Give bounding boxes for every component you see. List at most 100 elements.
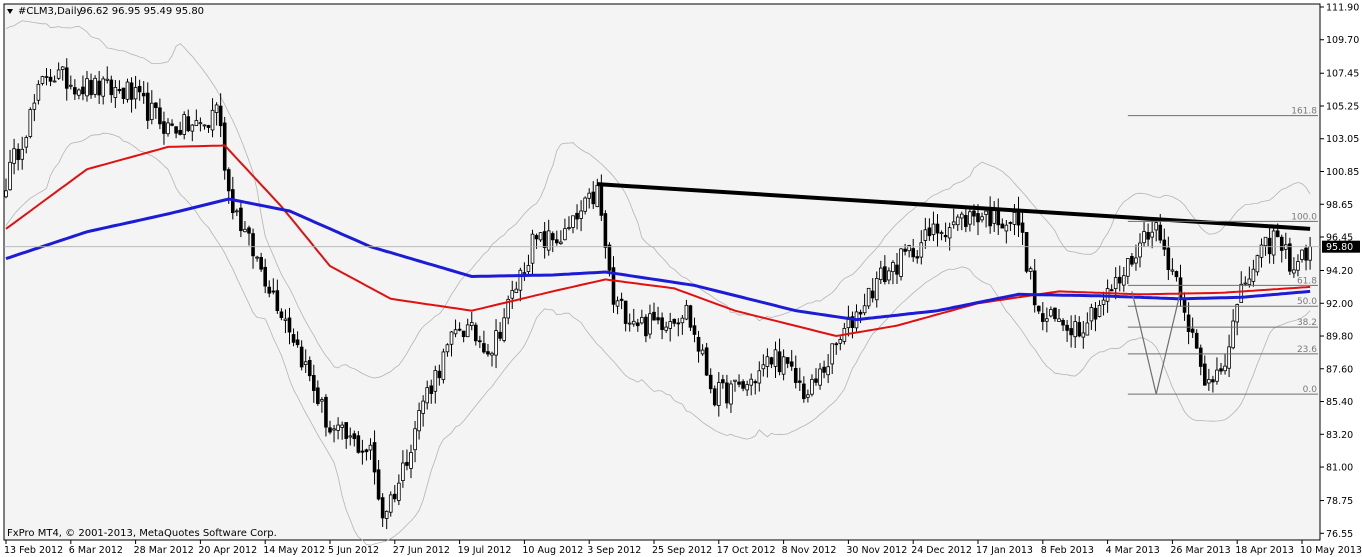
candle-body — [822, 366, 826, 373]
candle-body — [328, 427, 332, 433]
price-axis-label: 109.70 — [1326, 35, 1359, 46]
price-chart[interactable]: 161.8 100.0 61.8 50.0 38.2 23.6 0.0 111.90 109.… — [0, 0, 1362, 557]
candle-body — [368, 444, 373, 451]
date-axis-label: 20 Apr 2012 — [198, 545, 257, 556]
candle-body — [761, 364, 766, 370]
candle-body — [510, 290, 515, 299]
candle-body — [753, 381, 758, 384]
price-axis-label: 81.00 — [1326, 463, 1353, 474]
candle-body — [332, 428, 336, 431]
candle-body — [700, 349, 705, 355]
candle-body — [676, 322, 681, 325]
candle-body — [725, 382, 729, 404]
fib-level-label: 0.0 — [1303, 385, 1318, 395]
candle-body — [688, 305, 693, 328]
fib-level-label: 100.0 — [1291, 212, 1317, 222]
candle-body — [1065, 324, 1069, 331]
date-axis-label: 4 Mar 2013 — [1106, 545, 1160, 556]
candle-body — [380, 497, 385, 519]
candle-body — [372, 442, 377, 473]
candle-body — [469, 322, 474, 326]
candle-body — [1227, 346, 1231, 369]
candle-body — [324, 396, 328, 428]
candle-body — [984, 210, 988, 215]
candle-body — [538, 232, 543, 241]
candle-body — [810, 378, 814, 395]
candle-body — [417, 410, 421, 432]
candle-body — [303, 361, 308, 365]
candle-body — [1271, 230, 1276, 256]
candle-body — [388, 494, 393, 513]
candle-body — [587, 192, 591, 199]
date-axis-label: 8 Feb 2013 — [1041, 545, 1094, 556]
candle-body — [591, 191, 596, 205]
date-axis-label: 10 May 2013 — [1300, 545, 1362, 556]
candle-body — [141, 92, 146, 97]
candle-body — [401, 462, 405, 481]
candle-body — [555, 239, 559, 244]
candle-body — [595, 184, 600, 208]
candle-body — [684, 304, 689, 320]
candle-body — [413, 428, 417, 451]
candle-body — [931, 223, 936, 235]
candle-body — [623, 300, 628, 324]
candle-body — [77, 89, 81, 96]
candle-body — [1288, 243, 1292, 272]
candle-body — [239, 207, 243, 232]
candle-body — [1081, 332, 1086, 338]
candle-body — [1267, 237, 1272, 255]
candle-body — [56, 69, 61, 79]
candle-body — [299, 346, 304, 368]
candle-body — [24, 137, 29, 148]
candle-body — [433, 370, 438, 392]
candle-body — [125, 81, 130, 100]
candle-body — [218, 105, 223, 127]
candle-body — [437, 370, 442, 379]
candle-body — [951, 221, 956, 226]
candle-body — [935, 223, 940, 234]
date-axis-label: 5 Jun 2012 — [328, 545, 379, 556]
candle-body — [741, 381, 745, 389]
candle-body — [40, 76, 45, 84]
candle-body — [255, 256, 259, 259]
fib-level-label: 161.8 — [1291, 107, 1317, 117]
candle-body — [802, 383, 806, 400]
candle-body — [915, 256, 920, 259]
candle-body — [28, 109, 33, 137]
candle-body — [765, 356, 770, 367]
candle-body — [1255, 255, 1260, 273]
candle-body — [89, 80, 93, 96]
candle-body — [1207, 379, 1211, 384]
candle-body — [1053, 307, 1057, 320]
candle-body — [397, 482, 401, 501]
candle-body — [680, 317, 685, 324]
fib-level-label: 23.6 — [1297, 345, 1317, 355]
candle-body — [1223, 365, 1227, 372]
price-axis-label: 100.85 — [1326, 167, 1359, 178]
candle-body — [1292, 269, 1296, 274]
candle-body — [627, 322, 632, 325]
candle-body — [1150, 231, 1154, 238]
candle-body — [486, 351, 490, 355]
candle-body — [1158, 224, 1163, 241]
candle-body — [546, 230, 551, 251]
candle-body — [117, 89, 122, 92]
candle-body — [194, 120, 199, 126]
candle-body — [113, 87, 118, 98]
plot-area[interactable] — [3, 3, 1321, 541]
candle-body — [247, 227, 251, 234]
chart-window[interactable]: 161.8 100.0 61.8 50.0 38.2 23.6 0.0 111.90 109.… — [0, 0, 1362, 557]
candle-body — [154, 102, 158, 109]
candle-body — [745, 384, 749, 391]
candle-body — [656, 317, 660, 321]
price-axis-label: 83.20 — [1326, 430, 1353, 441]
candle-body — [777, 351, 782, 373]
candle-body — [737, 381, 741, 385]
candle-body — [887, 270, 891, 281]
candle-body — [166, 122, 170, 135]
date-axis-label: 19 Jul 2012 — [458, 545, 512, 556]
candle-body — [1219, 368, 1223, 372]
candle-body — [1243, 282, 1248, 285]
candle-body — [1109, 289, 1114, 292]
price-axis-label: 94.20 — [1326, 266, 1353, 277]
